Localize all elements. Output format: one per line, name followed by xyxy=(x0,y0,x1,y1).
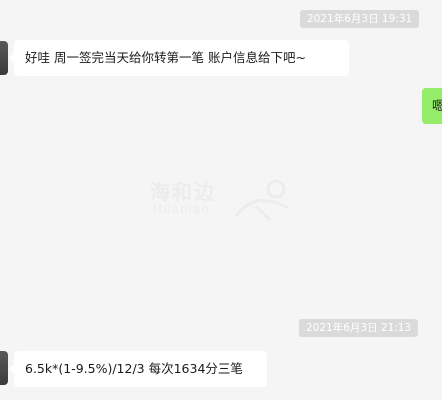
watermark-text: 海和边 xyxy=(150,180,216,204)
timestamp: 2021年6月3日 19:31 xyxy=(300,10,420,28)
incoming-message-bubble[interactable]: 好哇 周一签完当天给你转第一笔 账户信息给下吧~ xyxy=(9,40,349,76)
message-text: 6.5k*(1-9.5%)/12/3 每次1634分三笔 xyxy=(25,361,243,376)
incoming-message-bubble[interactable]: 6.5k*(1-9.5%)/12/3 每次1634分三笔 xyxy=(9,351,267,387)
watermark-subtext: Huabian xyxy=(153,202,210,216)
timestamp: 2021年6月3日 21:13 xyxy=(299,319,419,337)
message-text: 好哇 周一签完当天给你转第一笔 账户信息给下吧~ xyxy=(25,50,306,65)
contact-avatar[interactable] xyxy=(0,41,8,75)
chat-window[interactable]: 2021年6月3日 19:31 好哇 周一签完当天给你转第一笔 账户信息给下吧~… xyxy=(0,0,442,400)
message-text: 嗯 xyxy=(432,98,442,113)
outgoing-message-bubble[interactable]: 嗯 xyxy=(422,88,442,124)
contact-avatar[interactable] xyxy=(0,351,8,385)
watermark: 海和边 Huabian xyxy=(150,176,300,226)
watermark-logo-icon xyxy=(234,179,289,222)
